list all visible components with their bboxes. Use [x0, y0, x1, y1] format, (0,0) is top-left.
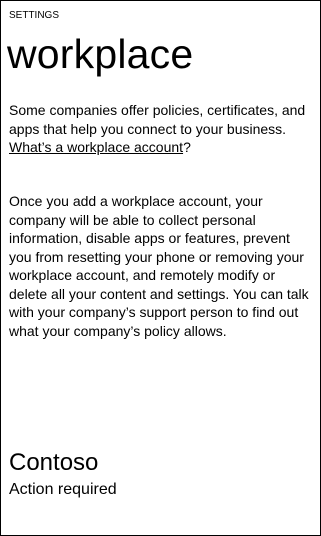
- account-item-contoso[interactable]: Contoso Action required: [9, 449, 309, 501]
- intro-text: Some companies offer policies, certifica…: [9, 102, 306, 137]
- account-name: Contoso: [9, 449, 99, 476]
- page-title: workplace: [7, 31, 194, 77]
- workplace-account-help-link[interactable]: What’s a workplace account: [9, 139, 183, 155]
- account-status: Action required: [9, 481, 117, 498]
- warning-paragraph: Once you add a workplace account, your c…: [9, 193, 309, 339]
- intro-paragraph: Some companies offer policies, certifica…: [9, 101, 313, 157]
- intro-trailing-text: ?: [183, 139, 191, 155]
- settings-page: SETTINGS workplace Some companies offer …: [0, 0, 321, 536]
- section-label: SETTINGS: [9, 10, 60, 21]
